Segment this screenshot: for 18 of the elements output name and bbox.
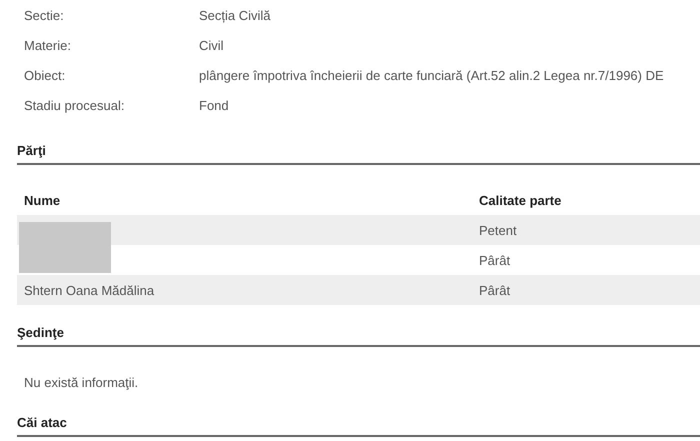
field-value: plângere împotriva încheierii de carte funciară (Art.52 alin.2 Legea nr.7/1996) DE [199,68,664,82]
field-value: Fond [199,98,229,112]
section-heading: Şedinţe [17,325,700,347]
field-label: Obiect: [24,68,66,82]
column-header: Nume [23,192,62,208]
field-label: Materie: [24,38,72,52]
table-cell: Shtern Oana Mădălina [24,282,154,298]
table-cell: Pârât [479,252,510,268]
table-cell: Pârât [479,282,510,298]
field-label: Sectie: [24,8,65,22]
empty-message: Nu există informaţii. [23,374,140,392]
table-cell: Petent [479,222,517,238]
field-label: Stadiu procesual: [24,98,126,112]
field-value: Civil [199,38,224,52]
section-heading: Părţi [17,143,700,165]
column-header: Calitate parte [479,192,562,208]
section-heading: Căi atac [17,415,700,437]
field-value: Secția Civilă [199,8,271,22]
